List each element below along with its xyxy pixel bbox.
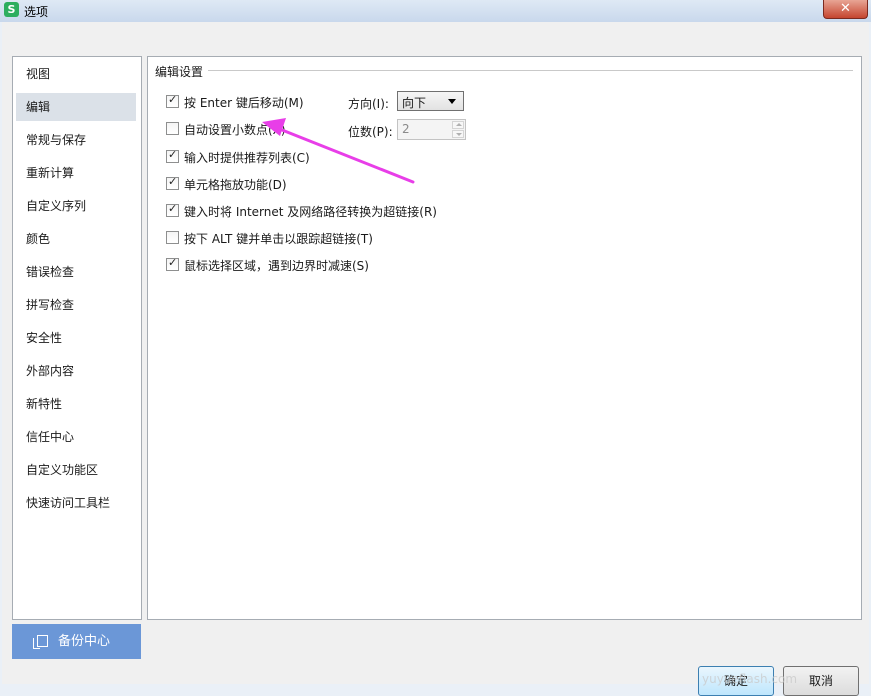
watermark: yuyueflash.com bbox=[702, 672, 798, 686]
checkbox-drag-drop[interactable] bbox=[166, 175, 179, 190]
options-sidebar: 视图 编辑 常规与保存 重新计算 自定义序列 颜色 错误检查 拼写检查 安全性 … bbox=[12, 56, 142, 620]
backup-center-label: 备份中心 bbox=[58, 634, 111, 649]
sidebar-item-recalculate[interactable]: 重新计算 bbox=[16, 159, 136, 187]
sidebar-item-view[interactable]: 视图 bbox=[16, 60, 136, 88]
backup-center-button[interactable]: 备份中心 bbox=[12, 624, 141, 659]
checkbox-move-after-enter[interactable] bbox=[166, 93, 179, 108]
direction-select[interactable]: 向下 bbox=[397, 91, 464, 111]
checkbox-recommend-list[interactable] bbox=[166, 148, 179, 163]
checkbox-auto-decimal[interactable] bbox=[166, 122, 179, 135]
group-divider bbox=[208, 70, 853, 71]
sidebar-item-general-save[interactable]: 常规与保存 bbox=[16, 126, 136, 154]
decimal-places-value: 2 bbox=[402, 122, 410, 136]
sidebar-item-custom-lists[interactable]: 自定义序列 bbox=[16, 192, 136, 220]
sidebar-item-spell-check[interactable]: 拼写检查 bbox=[16, 291, 136, 319]
sidebar-item-customize-ribbon[interactable]: 自定义功能区 bbox=[16, 456, 136, 484]
direction-value: 向下 bbox=[402, 96, 427, 110]
chevron-down-icon bbox=[448, 99, 456, 104]
stepper-down-icon[interactable] bbox=[452, 130, 464, 138]
window-title: 选项 bbox=[24, 5, 49, 19]
sidebar-item-new-features[interactable]: 新特性 bbox=[16, 390, 136, 418]
option-label: 自动设置小数点(X) bbox=[184, 123, 286, 137]
sidebar-item-error-check[interactable]: 错误检查 bbox=[16, 258, 136, 286]
option-label: 按下 ALT 键并单击以跟踪超链接(T) bbox=[184, 232, 373, 246]
direction-label: 方向(I): bbox=[348, 97, 389, 111]
backup-icon bbox=[33, 635, 48, 649]
close-button[interactable]: ✕ bbox=[823, 0, 868, 19]
app-icon: S bbox=[4, 2, 19, 17]
sidebar-item-security[interactable]: 安全性 bbox=[16, 324, 136, 352]
sidebar-item-color[interactable]: 颜色 bbox=[16, 225, 136, 253]
sidebar-item-trust-center[interactable]: 信任中心 bbox=[16, 423, 136, 451]
edit-settings-panel: 编辑设置 按 Enter 键后移动(M) 自动设置小数点(X) 输入时提供推荐列… bbox=[147, 56, 862, 620]
options-dialog: 视图 编辑 常规与保存 重新计算 自定义序列 颜色 错误检查 拼写检查 安全性 … bbox=[2, 22, 869, 696]
checkbox-alt-click-hyperlink[interactable] bbox=[166, 231, 179, 244]
decimal-places-stepper[interactable]: 2 bbox=[397, 119, 466, 140]
group-title: 编辑设置 bbox=[155, 63, 208, 80]
decimal-places-label: 位数(P): bbox=[348, 125, 393, 139]
option-label: 单元格拖放功能(D) bbox=[184, 178, 287, 192]
sidebar-item-quick-access-toolbar[interactable]: 快速访问工具栏 bbox=[16, 489, 136, 517]
checkbox-auto-hyperlink[interactable] bbox=[166, 202, 179, 217]
stepper-buttons bbox=[452, 121, 464, 138]
sidebar-item-edit[interactable]: 编辑 bbox=[16, 93, 136, 121]
option-label: 按 Enter 键后移动(M) bbox=[184, 96, 304, 110]
option-label: 输入时提供推荐列表(C) bbox=[184, 151, 310, 165]
title-bar: S 选项 ✕ bbox=[0, 0, 871, 22]
sidebar-item-external-content[interactable]: 外部内容 bbox=[16, 357, 136, 385]
checkbox-mouse-slowdown[interactable] bbox=[166, 256, 179, 271]
stepper-up-icon[interactable] bbox=[452, 121, 464, 129]
option-label: 键入时将 Internet 及网络路径转换为超链接(R) bbox=[184, 205, 437, 219]
option-label: 鼠标选择区域，遇到边界时减速(S) bbox=[184, 259, 369, 273]
